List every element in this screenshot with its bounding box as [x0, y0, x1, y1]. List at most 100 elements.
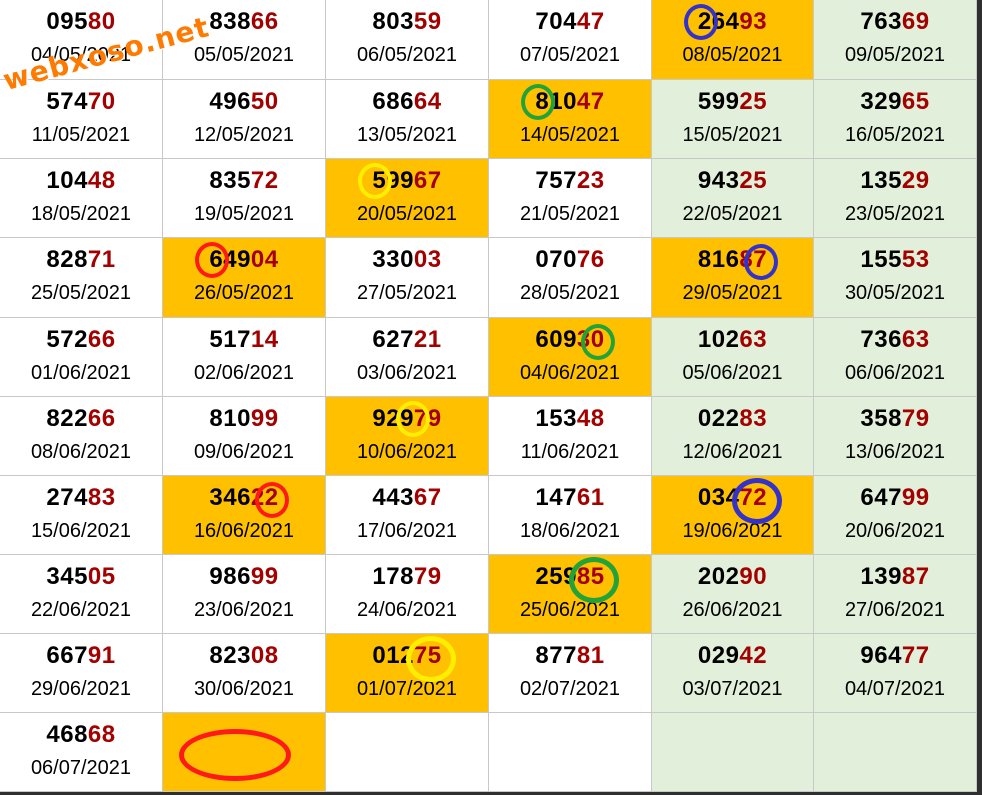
result-number: 75723: [489, 167, 651, 195]
number-prefix: 803: [372, 8, 414, 35]
result-number: 83572: [163, 167, 325, 195]
result-number: 70447: [489, 8, 651, 36]
result-date: 26/06/2021: [682, 599, 783, 621]
result-date: 23/06/2021: [193, 599, 295, 621]
result-cell: 15348 11/06/2021: [489, 397, 652, 476]
number-prefix: 757: [535, 167, 577, 194]
result-date: 27/06/2021: [844, 599, 946, 621]
number-last-two-digits: 59: [413, 8, 442, 35]
result-date: 24/06/2021: [356, 599, 458, 621]
result-cell: 66791 29/06/2021: [0, 634, 163, 713]
result-date: 05/06/2021: [682, 362, 783, 384]
number-prefix: 022: [697, 405, 740, 432]
result-date: 19/05/2021: [193, 203, 295, 225]
number-prefix: 647: [860, 484, 902, 511]
result-cell: [326, 713, 489, 792]
number-prefix: 763: [860, 8, 902, 35]
result-cell: 82871 25/05/2021: [0, 238, 163, 318]
number-prefix: 139: [860, 563, 902, 590]
number-last-two-digits: 05: [87, 563, 116, 590]
result-number: 59967: [326, 167, 488, 195]
result-cell: 03472 19/06/2021: [652, 476, 814, 555]
result-cell: 10263 05/06/2021: [652, 318, 814, 397]
result-cell: 35879 13/06/2021: [814, 397, 977, 476]
number-last-two-digits: 85: [576, 563, 605, 590]
number-last-two-digits: 71: [87, 246, 116, 273]
result-cell: 83572 19/05/2021: [163, 159, 326, 238]
result-date: 06/05/2021: [356, 44, 458, 66]
result-cell: 73663 06/06/2021: [814, 318, 977, 397]
number-prefix: 929: [372, 405, 414, 432]
number-prefix: 329: [860, 88, 902, 115]
result-cell: 33003 27/05/2021: [326, 238, 489, 318]
number-last-two-digits: 67: [413, 167, 442, 194]
result-date: 16/05/2021: [844, 124, 946, 146]
result-cell: 59925 15/05/2021: [652, 80, 814, 159]
result-date: 12/05/2021: [193, 124, 295, 146]
number-last-two-digits: 29: [901, 167, 930, 194]
result-date: 15/06/2021: [30, 520, 132, 542]
result-cell: 81687 29/05/2021: [652, 238, 814, 318]
result-cell: 57266 01/06/2021: [0, 318, 163, 397]
result-date: 18/06/2021: [519, 520, 621, 542]
result-date: 20/05/2021: [356, 203, 458, 225]
number-prefix: 259: [535, 563, 577, 590]
result-number: 34505: [0, 563, 162, 591]
result-number: 94325: [652, 167, 813, 195]
number-last-two-digits: 72: [250, 167, 279, 194]
number-last-two-digits: 81: [576, 642, 605, 669]
result-date: 21/05/2021: [519, 203, 621, 225]
result-cell: 94325 22/05/2021: [652, 159, 814, 238]
number-prefix: 274: [46, 484, 88, 511]
number-prefix: 070: [535, 246, 577, 273]
result-number: 17879: [326, 563, 488, 591]
result-cell: 02283 12/06/2021: [652, 397, 814, 476]
result-number: 13529: [814, 167, 976, 195]
number-prefix: 443: [372, 484, 414, 511]
number-prefix: 599: [697, 88, 740, 115]
result-cell: 13529 23/05/2021: [814, 159, 977, 238]
number-last-two-digits: 48: [87, 167, 116, 194]
number-last-two-digits: 67: [413, 484, 442, 511]
number-last-two-digits: 70: [87, 88, 116, 115]
number-last-two-digits: 79: [413, 563, 442, 590]
number-prefix: 095: [46, 8, 88, 35]
result-cell: 60930 04/06/2021: [489, 318, 652, 397]
result-number: 82266: [0, 405, 162, 433]
result-date: 11/05/2021: [31, 124, 131, 146]
number-prefix: 574: [46, 88, 88, 115]
number-last-two-digits: 50: [250, 88, 279, 115]
result-date: 22/06/2021: [30, 599, 132, 621]
number-prefix: 264: [697, 8, 740, 35]
result-date: 04/07/2021: [844, 678, 946, 700]
number-prefix: 034: [697, 484, 740, 511]
number-prefix: 346: [209, 484, 251, 511]
result-date: 10/06/2021: [356, 441, 458, 463]
number-last-two-digits: 23: [576, 167, 605, 194]
number-last-two-digits: 68: [87, 721, 116, 748]
number-last-two-digits: 72: [739, 484, 768, 511]
number-last-two-digits: 69: [901, 8, 930, 35]
result-date: 06/07/2021: [30, 757, 132, 779]
result-number: 13987: [814, 563, 976, 591]
result-cell: 14761 18/06/2021: [489, 476, 652, 555]
result-date: 03/06/2021: [356, 362, 458, 384]
number-last-two-digits: 08: [250, 642, 279, 669]
result-date: 29/06/2021: [30, 678, 132, 700]
result-date: 09/06/2021: [193, 441, 295, 463]
number-last-two-digits: 22: [250, 484, 279, 511]
result-cell: 15553 30/05/2021: [814, 238, 977, 318]
result-number: 59925: [652, 88, 813, 116]
result-date: 13/06/2021: [844, 441, 946, 463]
number-last-two-digits: 66: [87, 405, 116, 432]
result-date: 14/05/2021: [519, 124, 621, 146]
result-cell: 27483 15/06/2021: [0, 476, 163, 555]
number-prefix: 202: [697, 563, 740, 590]
number-last-two-digits: 66: [87, 326, 116, 353]
result-number: 92979: [326, 405, 488, 433]
result-date: 12/06/2021: [682, 441, 783, 463]
result-number: 44367: [326, 484, 488, 512]
result-cell: 81099 09/06/2021: [163, 397, 326, 476]
result-cell: 25985 25/06/2021: [489, 555, 652, 634]
result-number: 98699: [163, 563, 325, 591]
